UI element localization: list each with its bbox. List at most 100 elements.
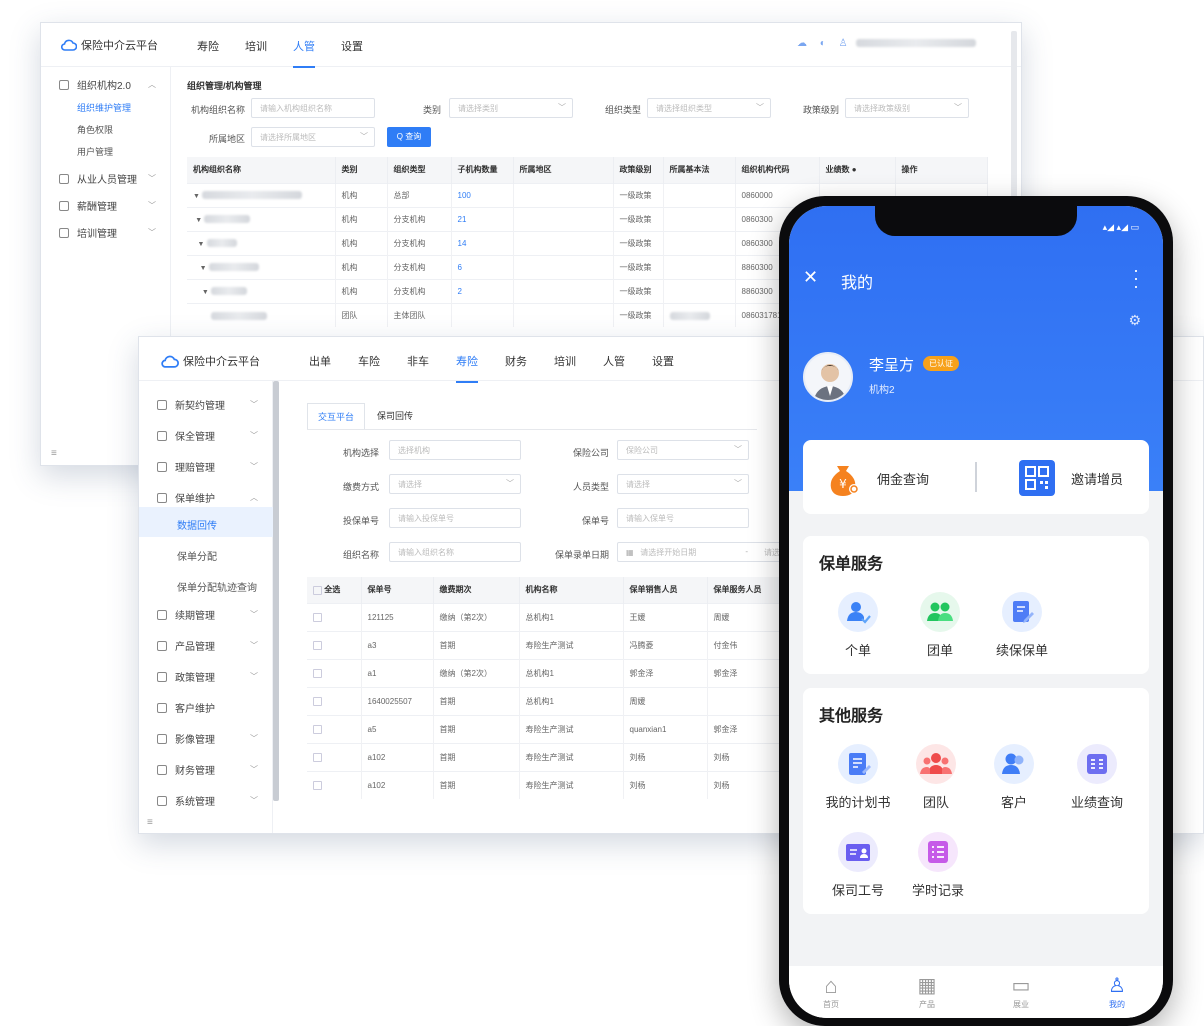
side-image[interactable]: 影像管理 ﹀: [139, 731, 272, 746]
front-nav-item[interactable]: 设置: [652, 353, 674, 383]
side-preserve[interactable]: 保全管理 ﹀: [139, 428, 272, 443]
avatar[interactable]: [803, 352, 853, 402]
individual-policy-button[interactable]: 个单: [823, 592, 893, 659]
side-product[interactable]: 产品管理 ﹀: [139, 638, 272, 653]
col-header[interactable]: 保单号: [361, 577, 434, 603]
team-button[interactable]: 团队: [901, 744, 971, 811]
front-side-scrollbar[interactable]: [273, 381, 279, 801]
region-select[interactable]: 请选择所属地区 ﹀: [251, 127, 375, 147]
back-side-salary[interactable]: 薪酬管理 ﹀: [41, 198, 170, 213]
cell-link[interactable]: 21: [451, 206, 514, 231]
col-header[interactable]: 保单销售人员: [623, 577, 708, 603]
tab-mine-active[interactable]: ♙ 我的: [1087, 973, 1147, 1010]
tab-insurer-return[interactable]: 保司回传: [365, 403, 425, 429]
select-all-checkbox[interactable]: [313, 585, 322, 595]
side-renewal[interactable]: 续期管理 ﹀: [139, 607, 272, 622]
back-side-sub[interactable]: 角色权限: [77, 123, 113, 136]
table-row[interactable]: a3 首期 寿险生产测试 冯腾菱 付金伟: [307, 630, 788, 659]
row-checkbox[interactable]: [313, 612, 322, 622]
close-icon[interactable]: ✕: [803, 268, 818, 286]
more-icon[interactable]: · · ·: [1133, 261, 1139, 295]
back-nav-item[interactable]: 设置: [341, 38, 363, 68]
front-nav-item[interactable]: 出单: [309, 353, 331, 383]
side-sub-active[interactable]: 数据回传: [177, 517, 217, 532]
settings-gear-icon[interactable]: ⚙: [1128, 312, 1141, 329]
tab-business[interactable]: ▭ 展业: [991, 973, 1051, 1010]
orgtype-select[interactable]: 请选择组织类型 ﹀: [647, 98, 771, 118]
row-checkbox[interactable]: [313, 640, 322, 650]
table-row[interactable]: a1 缴纳（第2次） 总机构1 郭金泽 郭金泽: [307, 658, 788, 687]
performance-query-button[interactable]: 业绩查询: [1059, 744, 1135, 811]
back-side-staff[interactable]: 从业人员管理 ﹀: [41, 171, 170, 186]
row-checkbox[interactable]: [313, 780, 322, 790]
col-header[interactable]: 机构名称: [519, 577, 624, 603]
col-header[interactable]: 子机构数量: [451, 157, 514, 183]
pay-select[interactable]: 请选择 ﹀: [389, 474, 521, 494]
table-row[interactable]: 121125 缴纳（第2次） 总机构1 王媛 周媛: [307, 602, 788, 631]
back-side-training[interactable]: 培训管理 ﹀: [41, 225, 170, 240]
table-row[interactable]: a102 首期 寿险生产测试 刘杨 刘杨: [307, 742, 788, 771]
row-checkbox[interactable]: [313, 668, 322, 678]
tab-products[interactable]: ▦ 产品: [897, 973, 957, 1010]
select-all-header[interactable]: 全选: [307, 577, 362, 603]
side-policy[interactable]: 政策管理 ﹀: [139, 669, 272, 684]
side-finance[interactable]: 财务管理 ﹀: [139, 762, 272, 777]
insurer-id-button[interactable]: 保司工号: [823, 832, 893, 899]
col-header[interactable]: 组织类型: [387, 157, 452, 183]
col-header[interactable]: 所属地区: [513, 157, 614, 183]
cloud-icon[interactable]: ☁: [797, 38, 807, 49]
table-row[interactable]: 1640025507 首期 总机构1 周媛: [307, 686, 788, 715]
side-sub[interactable]: 保单分配轨迹查询: [177, 579, 257, 594]
back-nav-item[interactable]: 寿险: [197, 38, 219, 68]
col-header[interactable]: 保单服务人员: [707, 577, 788, 603]
col-header[interactable]: 机构组织名称: [187, 157, 336, 183]
insurer-select[interactable]: 保险公司 ﹀: [617, 440, 749, 460]
cell-link[interactable]: 14: [451, 230, 514, 255]
side-customer[interactable]: 客户维护: [139, 700, 272, 715]
customer-button[interactable]: 客户: [979, 744, 1049, 811]
collapse-menu-icon[interactable]: ≡: [147, 817, 153, 828]
side-policy-maint[interactable]: 保单维护 ︿: [139, 490, 272, 505]
back-side-org[interactable]: 组织机构2.0 ︿: [41, 77, 170, 92]
front-nav-item[interactable]: 车险: [358, 353, 380, 383]
my-plan-book-button[interactable]: 我的计划书: [819, 744, 897, 811]
row-checkbox[interactable]: [313, 724, 322, 734]
front-nav-item-active[interactable]: 寿险: [456, 353, 478, 383]
col-header[interactable]: 缴费期次: [433, 577, 520, 603]
invite-recruit-button[interactable]: 邀请增员: [1071, 469, 1123, 488]
col-header[interactable]: 政策级别: [613, 157, 664, 183]
col-header[interactable]: 组织机构代码: [735, 157, 820, 183]
policy-no-input[interactable]: 请输入保单号: [617, 508, 749, 528]
group-policy-button[interactable]: 团单: [905, 592, 975, 659]
side-new-contract[interactable]: 新契约管理 ﹀: [139, 397, 272, 412]
org-name-input[interactable]: 请输入机构组织名称: [251, 98, 375, 118]
front-nav-item[interactable]: 财务: [505, 353, 527, 383]
user-icon[interactable]: ♙: [839, 38, 848, 49]
cell-link[interactable]: 6: [451, 254, 514, 279]
back-nav-item[interactable]: 培训: [245, 38, 267, 68]
table-row[interactable]: a102 首期 寿险生产测试 刘杨 刘杨: [307, 770, 788, 799]
policy-select[interactable]: 请选择政策级别 ﹀: [845, 98, 969, 118]
back-side-sub[interactable]: 用户管理: [77, 145, 113, 158]
date-range-input[interactable]: ▦ 请选择开始日期 - 请选: [617, 542, 787, 562]
side-sub[interactable]: 保单分配: [177, 548, 217, 563]
side-claims[interactable]: 理赔管理 ﹀: [139, 459, 272, 474]
table-row[interactable]: a5 首期 寿险生产测试 quanxian1 郭金泽: [307, 714, 788, 743]
tab-interaction[interactable]: 交互平台: [307, 403, 366, 429]
col-header[interactable]: 业绩数 ●: [819, 157, 896, 183]
type-select[interactable]: 请选择类别 ﹀: [449, 98, 573, 118]
person-select[interactable]: 请选择 ﹀: [617, 474, 749, 494]
front-nav-item[interactable]: 非车: [407, 353, 429, 383]
side-system[interactable]: 系统管理 ﹀: [139, 793, 272, 808]
back-side-sub-active[interactable]: 组织维护管理: [77, 101, 131, 114]
tab-home[interactable]: ⌂ 首页: [801, 973, 861, 1010]
query-button[interactable]: Q 查询: [387, 127, 431, 147]
row-checkbox[interactable]: [313, 752, 322, 762]
col-header[interactable]: 所属基本法: [663, 157, 736, 183]
commission-query-button[interactable]: 佣金查询: [877, 469, 929, 488]
collapse-menu-icon[interactable]: ≡: [51, 448, 57, 459]
col-header[interactable]: 操作: [895, 157, 988, 183]
applicant-no-input[interactable]: 请输入投保单号: [389, 508, 521, 528]
org-name-input[interactable]: 请输入组织名称: [389, 542, 521, 562]
cell-link[interactable]: 2: [451, 278, 514, 303]
